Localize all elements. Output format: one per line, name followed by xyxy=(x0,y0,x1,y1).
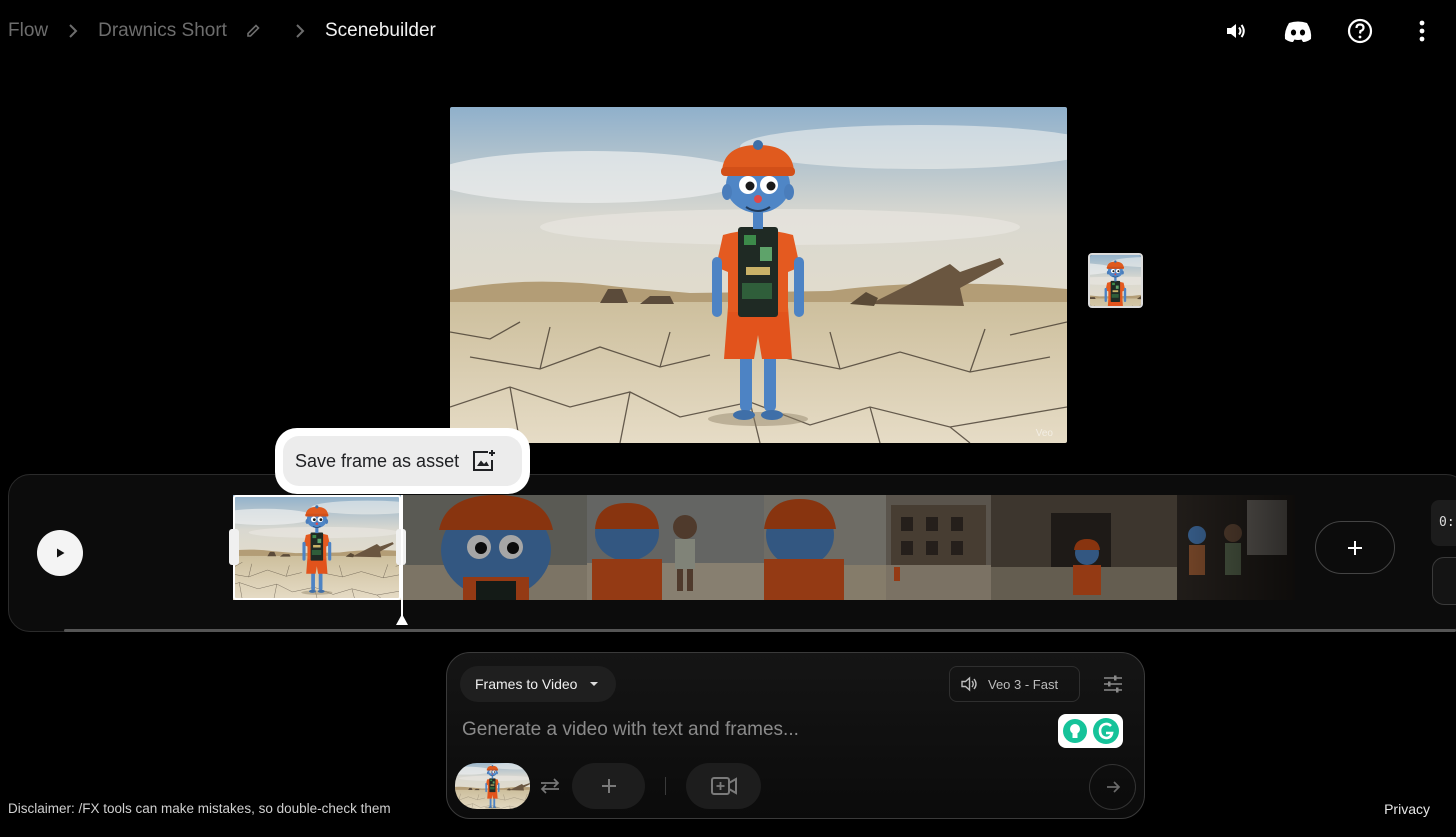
add-clip-button[interactable] xyxy=(1315,521,1395,574)
clip-thumbnail[interactable] xyxy=(401,495,587,600)
prompt-input[interactable] xyxy=(462,715,1052,745)
veo-watermark: Veo xyxy=(1035,428,1053,439)
selected-clip-outline xyxy=(233,495,401,600)
more-options-button[interactable] xyxy=(1404,16,1440,46)
timeline-side-button[interactable] xyxy=(1432,557,1456,605)
clip-thumbnail[interactable] xyxy=(1177,495,1295,600)
trim-handle-left[interactable] xyxy=(229,529,239,565)
swap-icon xyxy=(540,778,560,794)
discord-button[interactable] xyxy=(1280,16,1316,46)
clip-thumbnail[interactable] xyxy=(886,495,991,600)
send-button[interactable] xyxy=(1089,764,1136,810)
play-icon xyxy=(57,548,65,558)
breadcrumb-current: Scenebuilder xyxy=(324,20,436,41)
mode-label: Frames to Video xyxy=(475,676,578,692)
help-icon xyxy=(1347,18,1373,44)
add-end-frame-button[interactable] xyxy=(572,763,645,809)
scrub-bar[interactable] xyxy=(64,629,1456,632)
grammarly-widget[interactable] xyxy=(1058,714,1123,748)
plus-icon xyxy=(1348,540,1362,555)
add-photo-icon xyxy=(473,450,496,471)
arrow-right-icon xyxy=(1106,781,1120,793)
volume-icon xyxy=(1227,24,1245,38)
add-video-button[interactable] xyxy=(686,763,761,809)
chevron-right-icon xyxy=(295,23,305,39)
breadcrumb-flow[interactable]: Flow xyxy=(8,20,48,42)
grammarly-icon xyxy=(1092,718,1119,744)
privacy-link[interactable]: Privacy xyxy=(1384,801,1430,817)
model-label: Veo 3 - Fast xyxy=(988,676,1059,692)
help-button[interactable] xyxy=(1342,16,1378,46)
tune-icon xyxy=(1104,675,1122,693)
start-frame-thumbnail[interactable] xyxy=(455,763,530,809)
save-frame-label: Save frame as asset xyxy=(295,450,460,471)
disclaimer-text: Disclaimer: /FX tools can make mistakes,… xyxy=(8,801,391,816)
play-button[interactable] xyxy=(37,530,83,576)
clip-thumbnail[interactable] xyxy=(991,495,1177,600)
more-vert-icon xyxy=(1419,20,1425,42)
save-frame-tooltip[interactable]: Save frame as asset xyxy=(275,428,530,494)
chevron-right-icon xyxy=(68,23,78,39)
save-frame-button[interactable]: Save frame as asset xyxy=(283,436,522,486)
time-readout: 0: xyxy=(1431,500,1456,546)
preview-frame-image xyxy=(450,107,1067,443)
header-actions xyxy=(1218,16,1440,46)
clip-thumbnail[interactable] xyxy=(587,495,764,600)
volume-icon xyxy=(961,676,977,692)
discord-icon xyxy=(1284,21,1312,42)
model-selector[interactable]: Veo 3 - Fast xyxy=(949,666,1080,702)
volume-button[interactable] xyxy=(1218,16,1254,46)
edit-pencil-icon[interactable] xyxy=(245,23,261,39)
breadcrumb: Flow Drawnics Short Scenebuilder xyxy=(8,18,436,44)
lightbulb-icon xyxy=(1062,719,1087,743)
breadcrumb-project[interactable]: Drawnics Short xyxy=(98,20,227,42)
divider xyxy=(665,777,666,795)
swap-frames-button[interactable] xyxy=(538,776,562,796)
playhead[interactable] xyxy=(401,495,403,620)
frame-thumbnail[interactable] xyxy=(1088,253,1143,308)
caret-down-icon xyxy=(589,681,599,687)
video-camera-icon xyxy=(710,777,737,795)
video-preview[interactable]: Veo xyxy=(450,107,1067,443)
clip-thumbnail[interactable] xyxy=(764,495,886,600)
top-bar: Flow Drawnics Short Scenebuilder xyxy=(0,0,1456,62)
settings-button[interactable] xyxy=(1100,672,1126,696)
playhead-marker[interactable] xyxy=(396,614,408,625)
plus-icon xyxy=(601,779,616,793)
mode-dropdown[interactable]: Frames to Video xyxy=(460,666,616,702)
